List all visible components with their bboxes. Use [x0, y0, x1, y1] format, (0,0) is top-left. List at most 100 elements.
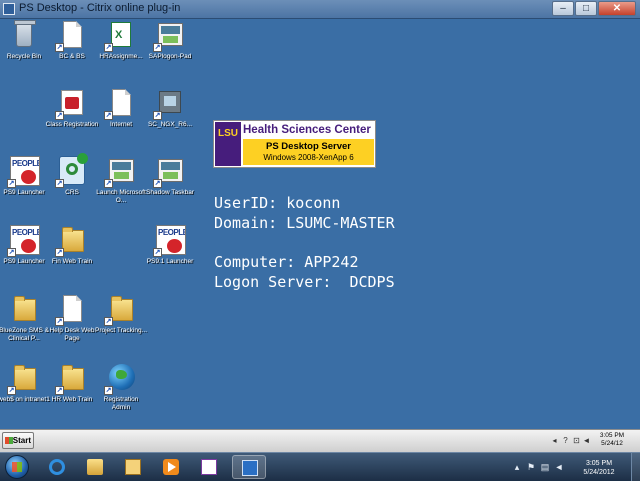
desktop-icon-bluezone[interactable]: BlueZone SMS & Clinical P... [0, 293, 51, 343]
minimize-button[interactable]: – [552, 1, 574, 16]
taskbar-media-player[interactable] [154, 455, 188, 479]
document-icon [63, 21, 82, 48]
desktop-icon-label: Internet [109, 121, 133, 128]
lsu-logo: LSU [215, 122, 241, 166]
flag-icon[interactable]: ⚑ [526, 462, 536, 472]
remote-clock-time: 3:05 PM [599, 432, 625, 439]
network-icon [159, 91, 181, 113]
volume-icon[interactable]: ◄ [582, 436, 591, 445]
shortcut-arrow-icon: ↗ [104, 111, 113, 120]
shortcut-arrow-icon: ↗ [7, 248, 16, 257]
recycle-bin-icon [14, 20, 36, 47]
desktop-icon-label: Recycle Bin [6, 53, 42, 60]
tray-expand-icon[interactable]: ▴ [512, 462, 522, 472]
shortcut-arrow-icon: ↗ [153, 248, 162, 257]
show-desktop-button[interactable] [631, 453, 640, 481]
taskbar-citrix[interactable] [232, 455, 266, 479]
desktop-icon-hr-web-train[interactable]: ↗ HR Web Train [45, 362, 99, 404]
desktop-icon-class-registration[interactable]: ↗ Class Registration [45, 87, 99, 129]
shortcut-arrow-icon: ↗ [104, 386, 113, 395]
folder-icon [62, 227, 84, 252]
desktop-icon-label: Class Registration [45, 121, 99, 128]
desktop-icon-registration-admin[interactable]: ↗ Registration Admin [94, 362, 148, 412]
desktop-icon-internet[interactable]: ↗ Internet [94, 87, 148, 129]
folder-icon [14, 365, 36, 390]
desktop-icon-label: SAPlogon-Pad [148, 53, 192, 60]
desktop-icon-fin-web-train[interactable]: ↗ Fin Web Train [45, 224, 99, 266]
network-status-icon[interactable]: ⊡ [572, 436, 581, 445]
desktop-icon-shadow-taskbar[interactable]: ↗ Shadow Taskbar [143, 155, 197, 197]
desktop-icon-ps9-launcher[interactable]: PEOPLE ↗ PS9 Launcher [0, 155, 51, 197]
desktop-icon-recycle-bin[interactable]: Recycle Bin [0, 19, 51, 61]
volume-icon[interactable]: ◄ [554, 462, 564, 472]
remote-clock[interactable]: 3:05 PM 5/24/12 [592, 432, 632, 448]
shortcut-arrow-icon: ↗ [55, 386, 64, 395]
desktop-icon-label: Launch Microsoft O... [96, 189, 146, 204]
citrix-window-titlebar[interactable]: PS Desktop - Citrix online plug-in – □ ✕ [0, 0, 640, 19]
class-registration-icon [61, 90, 83, 115]
maximize-button[interactable]: □ [575, 1, 597, 16]
desktop-icon-label: HRAssignme... [99, 53, 143, 60]
tray-expand-icon[interactable]: ◂ [550, 436, 559, 445]
banner-server-name: PS Desktop Server [265, 141, 351, 152]
windows-flag-icon [5, 437, 13, 444]
taskbar-onenote[interactable] [192, 455, 226, 479]
taskbar-mail[interactable] [116, 455, 150, 479]
desktop-icon-help-desk[interactable]: ↗ Help Desk Web Page [45, 293, 99, 343]
shortcut-arrow-icon: ↗ [104, 179, 113, 188]
shortcut-arrow-icon: ↗ [153, 43, 162, 52]
desktop-icon-ps91-launcher[interactable]: PEOPLE ↗ PS9.1 Launcher [143, 224, 197, 266]
desktop-icon-project-tracking[interactable]: ↗ Project Tracking... [94, 293, 148, 335]
desktop-icon-label: HR Web Train [51, 396, 93, 403]
citrix-window-icon [3, 3, 15, 15]
desktop-icon-label: web$ on intranet1 [0, 396, 50, 403]
shortcut-arrow-icon: ↗ [55, 179, 64, 188]
shortcut-arrow-icon: ↗ [55, 317, 64, 326]
desktop-icon-label: BlueZone SMS & Clinical P... [0, 327, 49, 342]
desktop-icon-ps9-launcher-2[interactable]: PEOPLE ↗ PS9 Launcher [0, 224, 51, 266]
banner-gold-bar: PS Desktop Server Windows 2008-XenApp 6 [243, 139, 374, 165]
remote-clock-date: 5/24/12 [601, 440, 623, 447]
remote-start-button[interactable]: Start [2, 432, 34, 449]
desktop-icon-label: Project Tracking... [94, 327, 148, 334]
taskbar-windows-explorer[interactable] [78, 455, 112, 479]
desktop-icon-label: CRS [65, 189, 79, 196]
desktop-icon-web-intranet[interactable]: ↗ web$ on intranet1 [0, 362, 51, 404]
remote-desktop[interactable]: Recycle Bin ↗ BC & BS X ↗ HRAssignme... ↗… [0, 19, 640, 428]
folder-icon [62, 365, 84, 390]
remote-taskbar: Start ◂ ? ⊡ ◄ 3:05 PM 5/24/12 [0, 429, 640, 452]
network-icon[interactable]: ▤ [540, 462, 550, 472]
windows-start-orb[interactable] [5, 455, 29, 479]
shortcut-arrow-icon: ↗ [55, 248, 64, 257]
desktop-icon-label: PS9 Launcher [3, 189, 45, 196]
server-info-banner: LSU Health Sciences Center PS Desktop Se… [213, 120, 376, 168]
shortcut-arrow-icon: ↗ [7, 179, 16, 188]
help-icon[interactable]: ? [561, 436, 570, 445]
desktop-icon-crs[interactable]: ↗ CRS [45, 153, 99, 197]
session-userid: UserID: koconn [214, 194, 341, 212]
desktop-icon-hrassignment[interactable]: X ↗ HRAssignme... [94, 19, 148, 61]
citrix-icon [242, 460, 258, 476]
window-title: PS Desktop - Citrix online plug-in [19, 2, 181, 14]
desktop-icon-launch-microsoft[interactable]: ↗ Launch Microsoft O... [94, 155, 148, 205]
local-clock-date: 5/24/2012 [583, 469, 615, 476]
mail-icon [125, 459, 141, 475]
close-button[interactable]: ✕ [598, 1, 636, 16]
desktop-icon-saplogon-pad[interactable]: ↗ SAPlogon-Pad [143, 19, 197, 61]
document-icon [112, 89, 131, 116]
desktop-icon-label: Help Desk Web Page [49, 327, 95, 342]
excel-icon: X [111, 22, 131, 47]
shortcut-arrow-icon: ↗ [104, 43, 113, 52]
onenote-icon [201, 459, 217, 475]
taskbar-internet-explorer[interactable] [40, 455, 74, 479]
local-clock-time: 3:05 PM [585, 460, 613, 467]
local-system-tray: ▴ ⚑ ▤ ◄ 3:05 PM 5/24/2012 [500, 453, 640, 481]
desktop-icon-sc-ngx[interactable]: ↗ SC_NGX_R6... [143, 87, 197, 129]
desktop-icon-bc-bs[interactable]: ↗ BC & BS [45, 19, 99, 61]
desktop-icon-label: PS9 Launcher [3, 258, 45, 265]
folder-icon [111, 296, 133, 321]
shortcut-arrow-icon: ↗ [7, 386, 16, 395]
desktop-icon-label: Shadow Taskbar [146, 189, 194, 196]
desktop-icon-label: BC & BS [59, 53, 85, 60]
local-clock[interactable]: 3:05 PM 5/24/2012 [574, 459, 624, 477]
